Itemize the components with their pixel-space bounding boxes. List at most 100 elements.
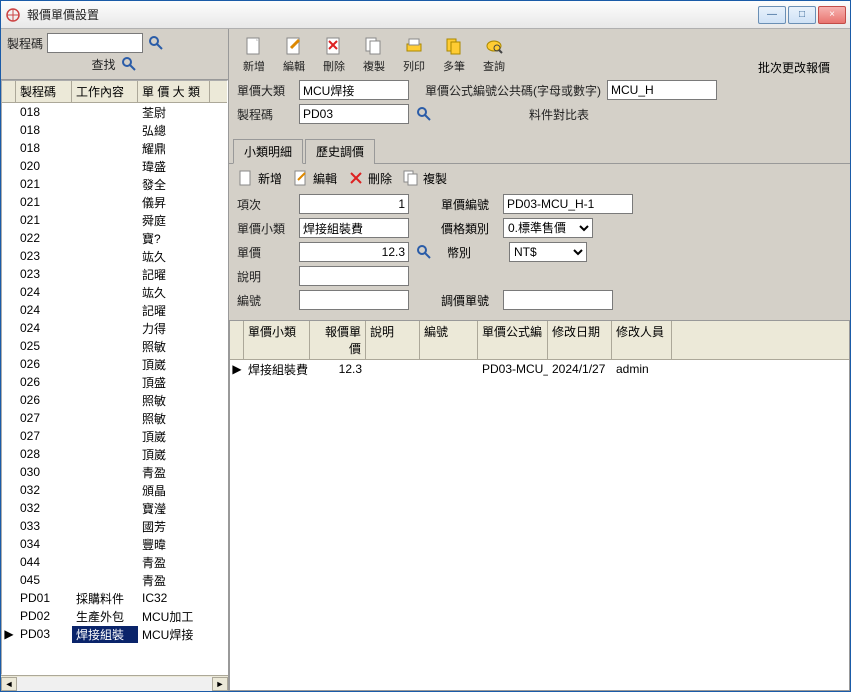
minimize-button[interactable]: — xyxy=(758,6,786,24)
table-row[interactable]: ▶PD03焊接組裝MCU焊接 xyxy=(2,625,227,643)
left-scrollbar[interactable]: ◄ ► xyxy=(1,675,228,691)
right-panel: 新增 編輯 刪除 複製 列印 xyxy=(229,29,850,691)
table-row[interactable]: 018弘總 xyxy=(2,121,227,139)
delete-icon xyxy=(347,169,365,187)
seq-input[interactable] xyxy=(299,194,409,214)
print-button[interactable]: 列印 xyxy=(395,33,433,76)
table-row[interactable]: 032頒晶 xyxy=(2,481,227,499)
formula-label: 單價公式編號公共碼(字母或數字) xyxy=(425,82,601,99)
table-row[interactable]: 018荃尉 xyxy=(2,103,227,121)
titlebar: 報價單價設置 — □ × xyxy=(1,1,850,29)
dcol-subcat[interactable]: 單價小類 xyxy=(244,321,310,359)
batch-update-link[interactable]: 批次更改報價 xyxy=(758,51,844,76)
tab-history[interactable]: 歷史調價 xyxy=(305,139,375,164)
col-code[interactable]: 製程碼 xyxy=(16,81,72,102)
delete-button[interactable]: 刪除 xyxy=(315,33,353,76)
table-row[interactable]: 027照敏 xyxy=(2,409,227,427)
priceno-input[interactable] xyxy=(503,194,633,214)
detail-grid[interactable]: 單價小類 報價單價 說明 編號 單價公式編 修改日期 修改人員 ▶焊接組裝費12… xyxy=(229,320,850,691)
dcol-price[interactable]: 報價單價 xyxy=(310,321,366,359)
table-row[interactable]: 032寶瀅 xyxy=(2,499,227,517)
multi-button[interactable]: 多筆 xyxy=(435,33,473,76)
table-row[interactable]: 021發全 xyxy=(2,175,227,193)
maximize-button[interactable]: □ xyxy=(788,6,816,24)
subcat-label: 單價小類 xyxy=(237,220,293,237)
pricetype-select[interactable]: 0.標準售價 xyxy=(503,218,593,238)
find-icon[interactable] xyxy=(120,55,138,73)
dcol-muser[interactable]: 修改人員 xyxy=(612,321,672,359)
search-icon[interactable] xyxy=(147,34,165,52)
copy-button[interactable]: 複製 xyxy=(355,33,393,76)
table-row[interactable]: 024力得 xyxy=(2,319,227,337)
compare-label[interactable]: 料件對比表 xyxy=(529,106,589,123)
table-row[interactable]: 023記曜 xyxy=(2,265,227,283)
multi-icon xyxy=(443,35,465,57)
scroll-right-icon[interactable]: ► xyxy=(212,677,228,691)
dcol-desc[interactable]: 說明 xyxy=(366,321,420,359)
table-row[interactable]: 021儀昇 xyxy=(2,193,227,211)
copy-icon xyxy=(402,169,420,187)
table-row[interactable]: 024竑久 xyxy=(2,283,227,301)
price-search-icon[interactable] xyxy=(415,243,433,261)
process-code-input[interactable] xyxy=(47,33,143,53)
table-row[interactable]: 025照敏 xyxy=(2,337,227,355)
table-row[interactable]: 024記曜 xyxy=(2,301,227,319)
sub-toolbar: 新增 編輯 刪除 複製 xyxy=(229,164,850,192)
table-row[interactable]: 023竑久 xyxy=(2,247,227,265)
table-row[interactable]: 030青盈 xyxy=(2,463,227,481)
find-label: 查找 xyxy=(91,56,115,73)
table-row[interactable]: PD02生產外包MCU加工 xyxy=(2,607,227,625)
adjno-label: 調價單號 xyxy=(441,292,497,309)
add-icon xyxy=(243,35,265,57)
code-input[interactable] xyxy=(299,104,409,124)
add-button[interactable]: 新增 xyxy=(235,33,273,76)
sub-copy-button[interactable]: 複製 xyxy=(400,168,449,188)
top-form: 單價大類 單價公式編號公共碼(字母或數字) 製程碼 料件對比表 xyxy=(229,76,850,132)
close-button[interactable]: × xyxy=(818,6,846,24)
desc-label: 說明 xyxy=(237,268,293,285)
main-toolbar: 新增 編輯 刪除 複製 列印 xyxy=(229,29,850,76)
col-work[interactable]: 工作內容 xyxy=(72,81,138,102)
table-row[interactable]: PD01採購料件IC32 xyxy=(2,589,227,607)
desc-input[interactable] xyxy=(299,266,409,286)
formula-input[interactable] xyxy=(607,80,717,100)
table-row[interactable]: 026頂崴 xyxy=(2,355,227,373)
edit-button[interactable]: 編輯 xyxy=(275,33,313,76)
app-window: 報價單價設置 — □ × 製程碼 查找 xyxy=(0,0,851,692)
table-row[interactable]: 027頂崴 xyxy=(2,427,227,445)
edit-icon xyxy=(283,35,305,57)
table-row[interactable]: 021舜庭 xyxy=(2,211,227,229)
dcol-code[interactable]: 編號 xyxy=(420,321,478,359)
query-button[interactable]: 查詢 xyxy=(475,33,513,76)
sub-edit-button[interactable]: 編輯 xyxy=(290,168,339,188)
table-row[interactable]: 044青盈 xyxy=(2,553,227,571)
table-row[interactable]: 045青盈 xyxy=(2,571,227,589)
dcol-mdate[interactable]: 修改日期 xyxy=(548,321,612,359)
table-row[interactable]: 020瑋盛 xyxy=(2,157,227,175)
sub-add-button[interactable]: 新增 xyxy=(235,168,284,188)
price-input[interactable] xyxy=(299,242,409,262)
detcode-input[interactable] xyxy=(299,290,409,310)
table-row[interactable]: 028頂崴 xyxy=(2,445,227,463)
col-cat[interactable]: 單 價 大 類 xyxy=(138,81,210,102)
table-row[interactable]: 026頂盛 xyxy=(2,373,227,391)
sub-delete-button[interactable]: 刪除 xyxy=(345,168,394,188)
priceno-label: 單價編號 xyxy=(441,196,497,213)
table-row[interactable]: 026照敏 xyxy=(2,391,227,409)
table-row[interactable]: 033國芳 xyxy=(2,517,227,535)
adjno-input[interactable] xyxy=(503,290,613,310)
subcat-input[interactable] xyxy=(299,218,409,238)
currency-select[interactable]: NT$ xyxy=(509,242,587,262)
table-row[interactable]: 018耀鼎 xyxy=(2,139,227,157)
tab-detail[interactable]: 小類明細 xyxy=(233,139,303,164)
process-grid[interactable]: 製程碼 工作內容 單 價 大 類 018荃尉018弘總018耀鼎020瑋盛021… xyxy=(1,80,228,675)
table-row[interactable]: 022寶? xyxy=(2,229,227,247)
cat-input[interactable] xyxy=(299,80,409,100)
dcol-formula[interactable]: 單價公式編 xyxy=(478,321,548,359)
code-label: 製程碼 xyxy=(237,106,293,123)
scroll-left-icon[interactable]: ◄ xyxy=(1,677,17,691)
code-search-icon[interactable] xyxy=(415,105,433,123)
table-row[interactable]: 034豐暐 xyxy=(2,535,227,553)
cat-label: 單價大類 xyxy=(237,82,293,99)
table-row[interactable]: ▶焊接組裝費12.3PD03-MCU_2024/1/27admin xyxy=(230,360,849,378)
